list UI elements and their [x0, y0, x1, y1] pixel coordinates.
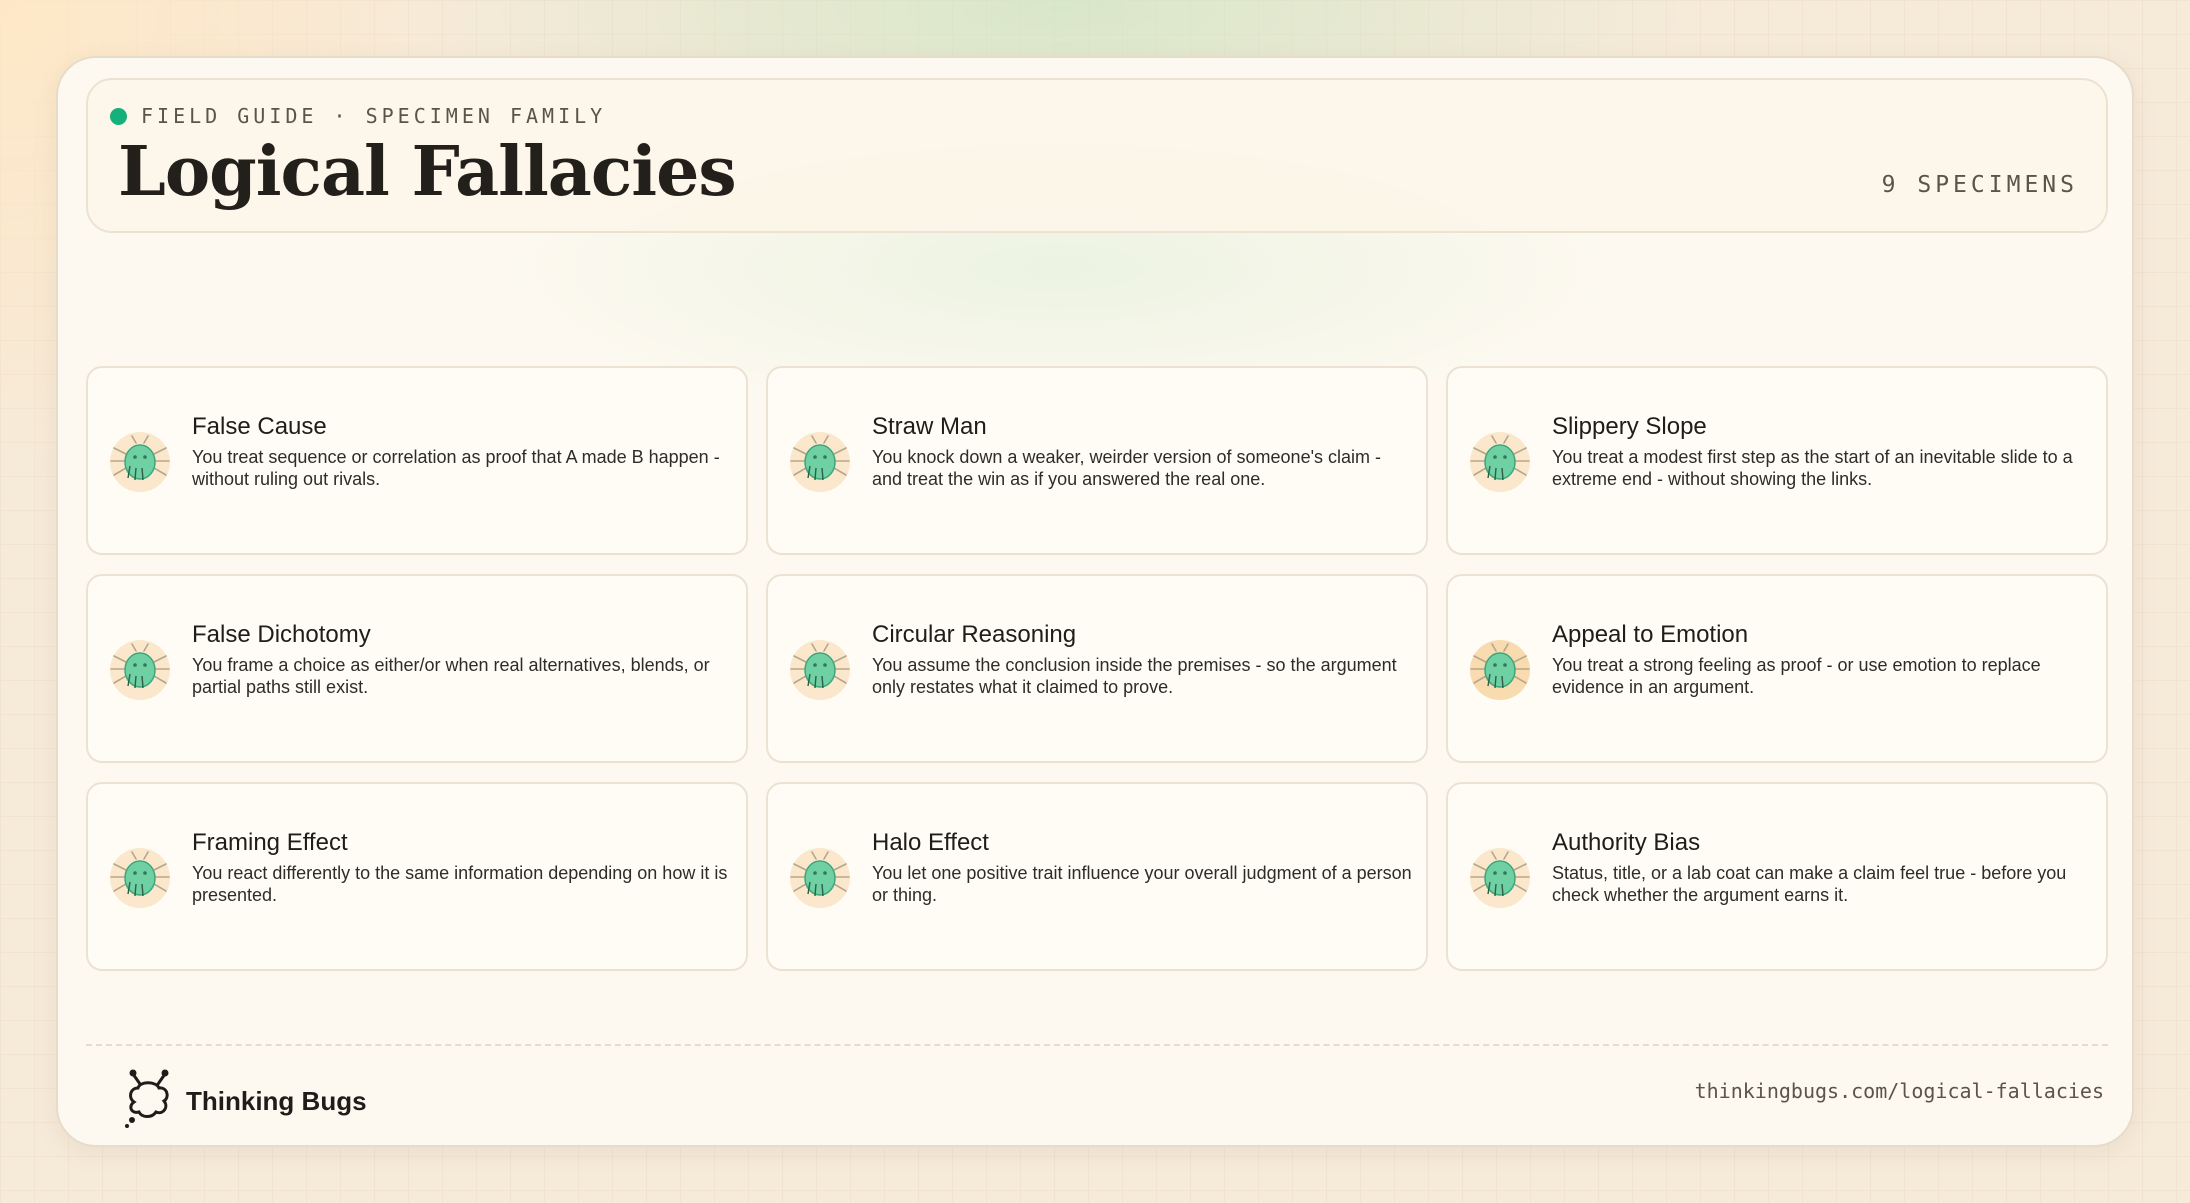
specimen-card-straw-man[interactable]: Straw Man You knock down a weaker, weird…: [766, 366, 1428, 555]
specimen-description: Status, title, or a lab coat can make a …: [1552, 863, 2067, 905]
bug-icon: [1466, 428, 1534, 496]
specimen-card-appeal-to-emotion[interactable]: Appeal to Emotion You treat a strong fee…: [1446, 574, 2108, 763]
bug-icon: [106, 636, 174, 704]
specimen-title: Slippery Slope: [1552, 413, 1707, 440]
specimen-count: 9 SPECIMENS: [1881, 172, 2078, 198]
specimen-description: You react differently to the same inform…: [192, 863, 728, 905]
footer-url[interactable]: thinkingbugs.com/logical-fallacies: [1695, 1079, 2104, 1103]
specimen-description: You knock down a weaker, weirder version…: [872, 447, 1382, 489]
specimen-description: You frame a choice as either/or when rea…: [192, 655, 710, 697]
specimen-description: You assume the conclusion inside the pre…: [872, 655, 1397, 697]
specimen-card-circular-reasoning[interactable]: Circular Reasoning You assume the conclu…: [766, 574, 1428, 763]
bug-icon: [106, 428, 174, 496]
specimen-description: You let one positive trait influence you…: [872, 863, 1412, 905]
specimen-title: Straw Man: [872, 413, 987, 440]
bug-icon: [786, 844, 854, 912]
bug-icon: [106, 844, 174, 912]
bug-icon: [786, 428, 854, 496]
bug-icon: [1466, 636, 1534, 704]
header-panel: FIELD GUIDE · SPECIMEN FAMILY Logical Fa…: [86, 78, 2108, 233]
bug-icon: [1466, 844, 1534, 912]
specimen-title: Framing Effect: [192, 829, 348, 856]
field-guide-card: FIELD GUIDE · SPECIMEN FAMILY Logical Fa…: [56, 56, 2134, 1147]
page-title: Logical Fallacies: [118, 132, 737, 212]
specimen-card-false-dichotomy[interactable]: False Dichotomy You frame a choice as ei…: [86, 574, 748, 763]
specimen-description: You treat a strong feeling as proof - or…: [1552, 655, 2041, 697]
specimen-card-framing-effect[interactable]: Framing Effect You react differently to …: [86, 782, 748, 971]
specimen-card-false-cause[interactable]: False Cause You treat sequence or correl…: [86, 366, 748, 555]
specimen-title: False Dichotomy: [192, 621, 371, 648]
specimen-card-slippery-slope[interactable]: Slippery Slope You treat a modest first …: [1446, 366, 2108, 555]
specimen-title: False Cause: [192, 413, 327, 440]
brand-name: Thinking Bugs: [186, 1085, 367, 1116]
bug-icon: [786, 636, 854, 704]
specimen-description: You treat sequence or correlation as pro…: [192, 447, 720, 489]
brand[interactable]: Thinking Bugs: [120, 1068, 367, 1134]
eyebrow-label: FIELD GUIDE · SPECIMEN FAMILY: [141, 104, 607, 128]
footer-divider: [86, 1044, 2108, 1046]
thinking-bug-logo-icon: [120, 1068, 178, 1134]
specimen-title: Circular Reasoning: [872, 621, 1077, 648]
specimen-description: You treat a modest first step as the sta…: [1552, 447, 2073, 489]
specimen-title: Appeal to Emotion: [1552, 621, 1749, 648]
status-dot: [110, 107, 127, 125]
specimen-grid: False Cause You treat sequence or correl…: [86, 366, 2108, 971]
specimen-title: Halo Effect: [872, 829, 989, 856]
specimen-card-halo-effect[interactable]: Halo Effect You let one positive trait i…: [766, 782, 1428, 971]
specimen-card-authority-bias[interactable]: Authority Bias Status, title, or a lab c…: [1446, 782, 2108, 971]
specimen-title: Authority Bias: [1552, 829, 1701, 856]
eyebrow: FIELD GUIDE · SPECIMEN FAMILY: [110, 104, 606, 128]
